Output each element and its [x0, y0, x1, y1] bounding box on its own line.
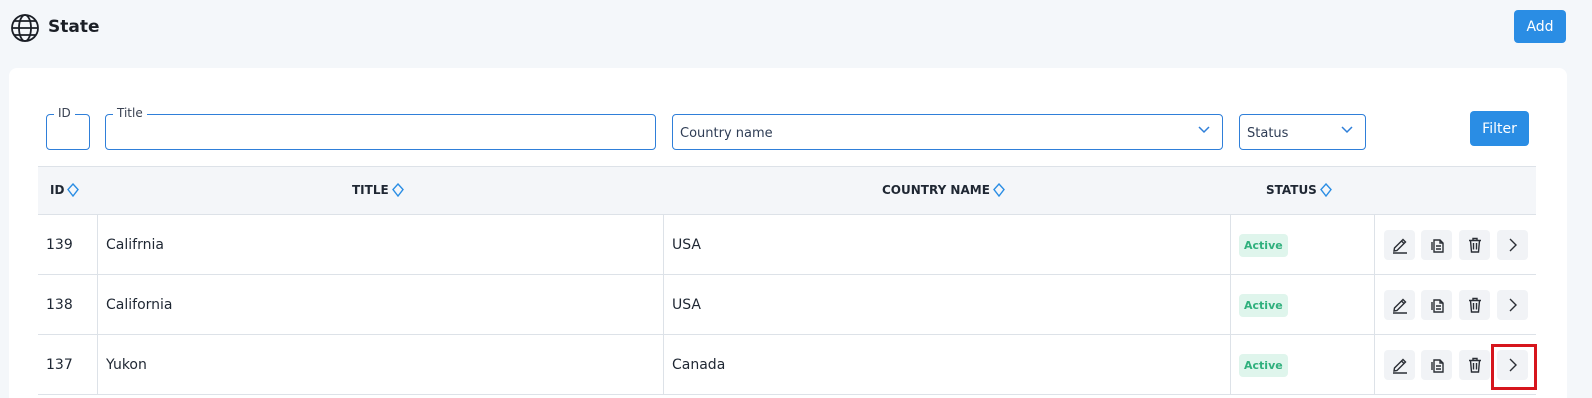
trash-icon [1468, 297, 1481, 313]
delete-button[interactable] [1459, 350, 1490, 380]
edit-icon [1392, 298, 1407, 314]
title-filter-input[interactable]: Title [105, 106, 656, 150]
copy-button[interactable] [1421, 290, 1452, 320]
column-status[interactable]: STATUS [1266, 183, 1332, 197]
title-filter-label: Title [113, 106, 147, 120]
copy-icon [1430, 359, 1444, 373]
country-name-select[interactable]: Country name [672, 114, 1223, 150]
status-placeholder: Status [1247, 126, 1289, 141]
cell-id: 137 [46, 357, 73, 373]
cell-country: USA [672, 237, 701, 253]
sort-icon [1319, 183, 1332, 197]
page-title: State [48, 17, 100, 37]
edit-icon [1392, 238, 1407, 254]
id-filter-label: ID [54, 106, 75, 120]
table-row: 138 California USA Active [38, 275, 1536, 335]
trash-icon [1468, 237, 1481, 253]
sort-icon [391, 183, 404, 197]
page-header: State Add [0, 0, 1592, 60]
column-title[interactable]: TITLE [352, 183, 404, 197]
status-badge: Active [1239, 233, 1288, 257]
filter-button[interactable]: Filter [1470, 111, 1529, 146]
chevron-right-icon [1509, 238, 1517, 252]
open-button[interactable] [1497, 290, 1528, 320]
open-button[interactable] [1497, 350, 1528, 380]
table-row: 137 Yukon Canada Active [38, 335, 1536, 395]
copy-button[interactable] [1421, 350, 1452, 380]
states-card: ID Title Country name Status Filter ID T… [9, 68, 1567, 398]
cell-id: 139 [46, 237, 73, 253]
delete-button[interactable] [1459, 290, 1490, 320]
add-button[interactable]: Add [1514, 10, 1566, 43]
copy-icon [1430, 239, 1444, 253]
status-badge: Active [1239, 293, 1288, 317]
table-header: ID TITLE COUNTRY NAME STATUS [38, 166, 1536, 215]
id-filter-input[interactable]: ID [46, 106, 90, 150]
cell-title: Yukon [106, 357, 147, 373]
column-id[interactable]: ID [50, 183, 80, 197]
chevron-down-icon [1198, 126, 1210, 134]
sort-icon [67, 183, 80, 197]
chevron-right-icon [1509, 358, 1517, 372]
trash-icon [1468, 357, 1481, 373]
edit-button[interactable] [1384, 230, 1415, 260]
cell-country: Canada [672, 357, 726, 373]
chevron-down-icon [1341, 126, 1353, 134]
edit-icon [1392, 358, 1407, 374]
country-name-placeholder: Country name [680, 126, 773, 141]
open-button[interactable] [1497, 230, 1528, 260]
status-select[interactable]: Status [1239, 114, 1366, 150]
cell-title: Califrnia [106, 237, 164, 253]
edit-button[interactable] [1384, 290, 1415, 320]
cell-country: USA [672, 297, 701, 313]
cell-id: 138 [46, 297, 73, 313]
chevron-right-icon [1509, 298, 1517, 312]
cell-title: California [106, 297, 173, 313]
edit-button[interactable] [1384, 350, 1415, 380]
table-row: 139 Califrnia USA Active [38, 215, 1536, 275]
copy-icon [1430, 299, 1444, 313]
sort-icon [992, 183, 1005, 197]
status-badge: Active [1239, 353, 1288, 377]
copy-button[interactable] [1421, 230, 1452, 260]
column-country-name[interactable]: COUNTRY NAME [882, 183, 1005, 197]
delete-button[interactable] [1459, 230, 1490, 260]
globe-icon [11, 14, 39, 42]
